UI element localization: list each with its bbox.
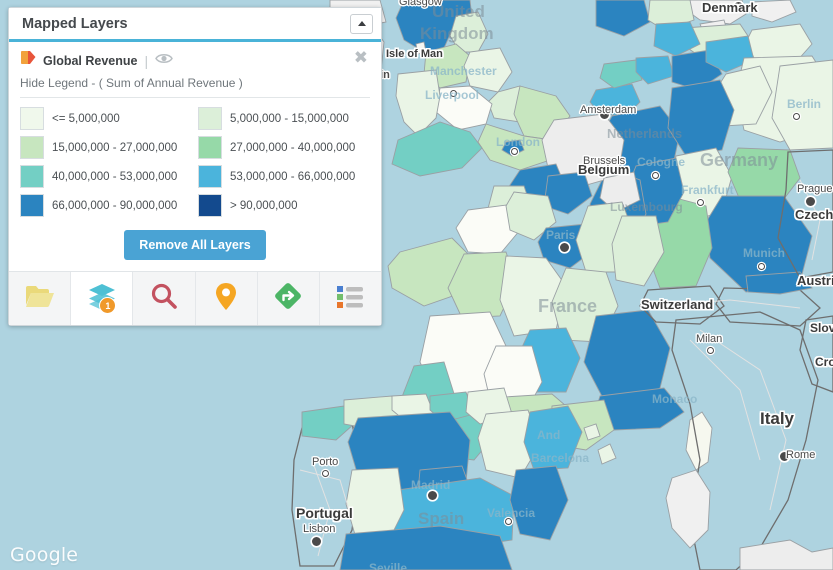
legend-item: 40,000,000 - 53,000,000 bbox=[20, 165, 192, 188]
legend-swatch bbox=[198, 194, 222, 217]
caret-up-glyph bbox=[358, 21, 366, 26]
city-dot-paris bbox=[560, 243, 569, 252]
legend-item: 15,000,000 - 27,000,000 bbox=[20, 136, 192, 159]
legend-item: <= 5,000,000 bbox=[20, 107, 192, 130]
eye-icon[interactable] bbox=[155, 52, 173, 70]
legend-label: <= 5,000,000 bbox=[52, 113, 120, 125]
toolbar-map-pin[interactable] bbox=[196, 272, 258, 325]
map-application: .r{stroke:#9aa0a4;stroke-width:.9;} .c{f… bbox=[0, 0, 833, 570]
remove-all-wrap: Remove All Layers bbox=[9, 221, 381, 271]
city-dot-prague bbox=[806, 197, 815, 206]
legend-item: 27,000,000 - 40,000,000 bbox=[198, 136, 370, 159]
legend-list: <= 5,000,000 5,000,000 - 15,000,000 15,000… bbox=[9, 98, 381, 221]
city-dot-munich bbox=[758, 263, 765, 270]
city-dot-manchester bbox=[450, 90, 457, 97]
city-dot-amsterdam bbox=[600, 110, 609, 119]
legend-swatch bbox=[20, 165, 44, 188]
legend-swatch bbox=[198, 107, 222, 130]
caret-up-icon[interactable] bbox=[350, 14, 373, 34]
legend-list-icon bbox=[336, 284, 364, 313]
toolbar-search[interactable] bbox=[133, 272, 195, 325]
legend-swatch bbox=[20, 107, 44, 130]
legend-label: 15,000,000 - 27,000,000 bbox=[52, 142, 177, 154]
toolbar-layers[interactable]: 1 bbox=[71, 272, 133, 325]
mapped-layers-panel: Mapped Layers Global Revenue | bbox=[8, 7, 382, 326]
legend-label: 27,000,000 - 40,000,000 bbox=[230, 142, 355, 154]
directions-icon bbox=[274, 282, 302, 315]
city-dot-frankfurt bbox=[697, 199, 704, 206]
separator: | bbox=[144, 53, 148, 69]
remove-all-layers-button[interactable]: Remove All Layers bbox=[124, 230, 265, 260]
layer-entry: Global Revenue | ✖ Hide Legend - ( Sum o… bbox=[9, 42, 381, 98]
legend-label: 66,000,000 - 90,000,000 bbox=[52, 200, 177, 212]
panel-toolbar: 1 bbox=[9, 271, 381, 325]
city-dot-cologne bbox=[652, 172, 659, 179]
city-dot-lisbon bbox=[312, 537, 321, 546]
layer-name: Global Revenue bbox=[43, 54, 137, 68]
map-pin-icon bbox=[215, 282, 237, 316]
legend-swatch bbox=[198, 165, 222, 188]
legend-item: 66,000,000 - 90,000,000 bbox=[20, 194, 192, 217]
page-title: Mapped Layers bbox=[22, 16, 128, 32]
city-dot-porto bbox=[322, 470, 329, 477]
legend-item: 5,000,000 - 15,000,000 bbox=[198, 107, 370, 130]
legend-label: 40,000,000 - 53,000,000 bbox=[52, 171, 177, 183]
google-attribution: Google bbox=[10, 544, 78, 566]
legend-item: > 90,000,000 bbox=[198, 194, 370, 217]
city-dot-berlin bbox=[793, 113, 800, 120]
legend-swatch bbox=[20, 194, 44, 217]
legend-label: > 90,000,000 bbox=[230, 200, 297, 212]
legend-toggle-link[interactable]: Hide Legend - ( Sum of Annual Revenue ) bbox=[20, 76, 370, 98]
legend-swatch bbox=[198, 136, 222, 159]
city-dot-copenhagen bbox=[734, 2, 743, 11]
layer-row: Global Revenue | bbox=[20, 50, 370, 71]
city-dot-valencia bbox=[505, 518, 512, 525]
toolbar-open-folder[interactable] bbox=[9, 272, 71, 325]
toolbar-directions[interactable] bbox=[258, 272, 320, 325]
city-dot-london bbox=[511, 148, 518, 155]
layer-tag-icon bbox=[20, 50, 37, 71]
legend-item: 53,000,000 - 66,000,000 bbox=[198, 165, 370, 188]
city-dot-milan bbox=[707, 347, 714, 354]
search-icon bbox=[150, 282, 178, 315]
legend-swatch bbox=[20, 136, 44, 159]
toolbar-legend-list[interactable] bbox=[320, 272, 381, 325]
city-dot-brussels bbox=[600, 166, 609, 175]
close-icon[interactable]: ✖ bbox=[354, 50, 368, 67]
city-dot-madrid bbox=[428, 491, 437, 500]
legend-label: 5,000,000 - 15,000,000 bbox=[230, 113, 349, 125]
panel-header: Mapped Layers bbox=[9, 8, 381, 42]
city-dot-rome bbox=[780, 452, 789, 461]
legend-label: 53,000,000 - 66,000,000 bbox=[230, 171, 355, 183]
open-folder-icon bbox=[25, 283, 55, 314]
